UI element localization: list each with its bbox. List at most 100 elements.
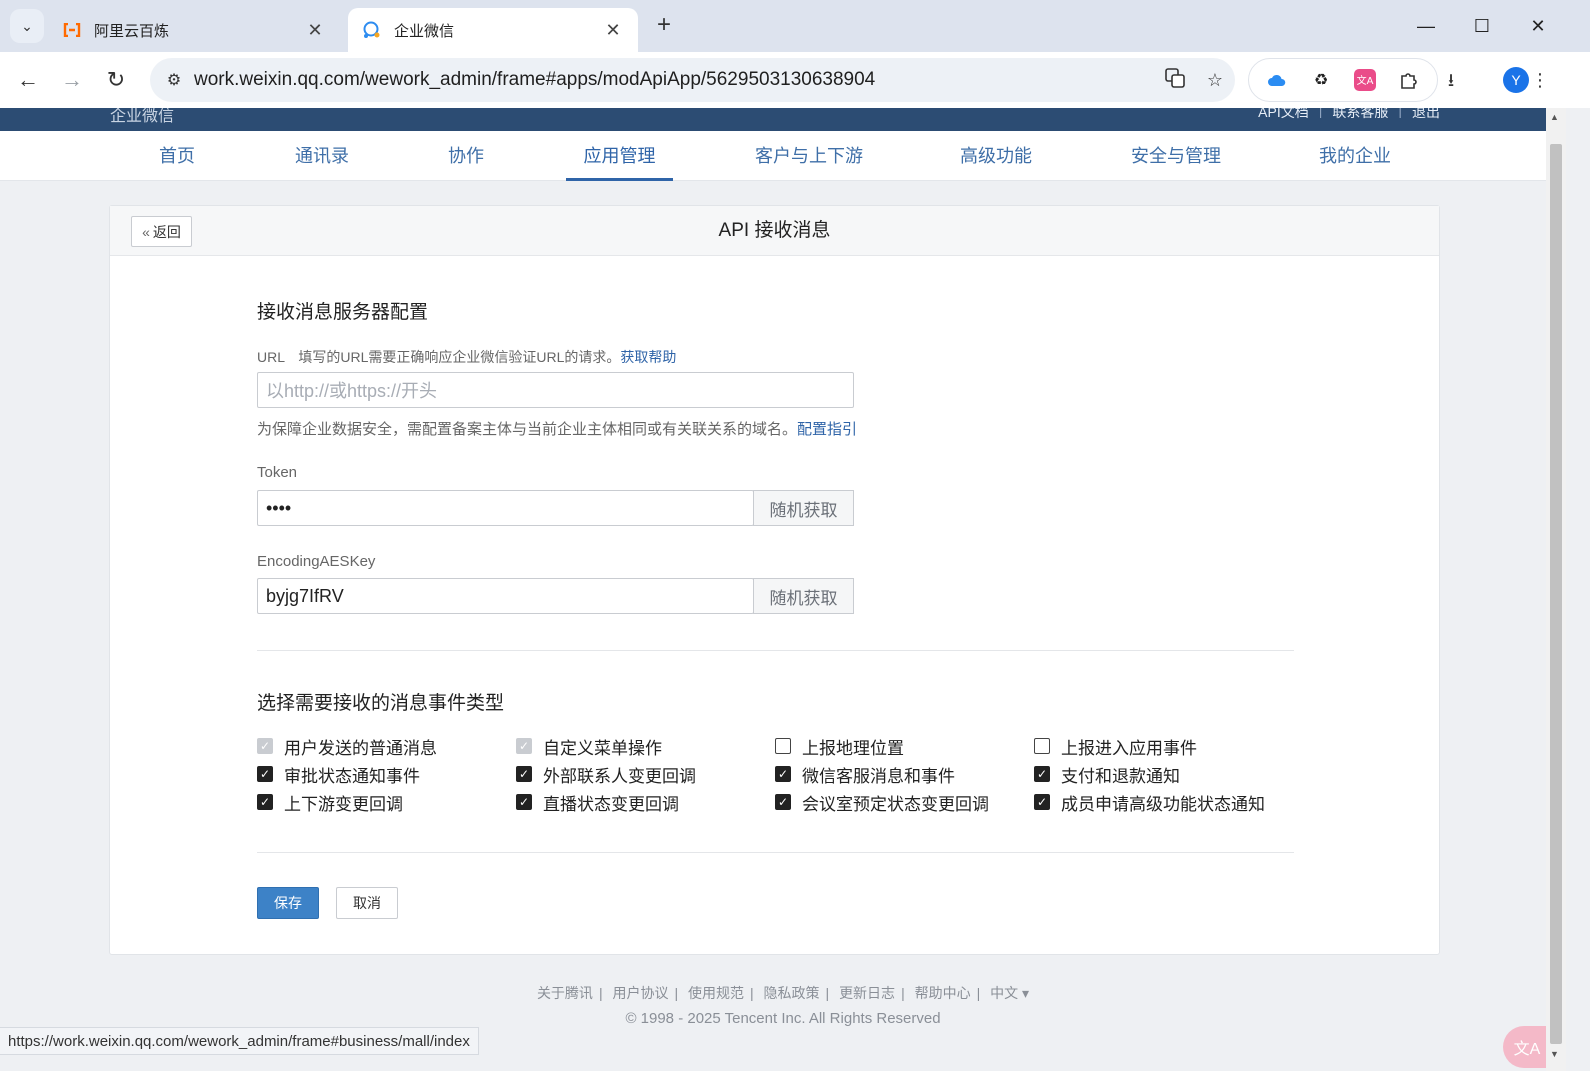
nav-home[interactable]: 首页 bbox=[159, 131, 195, 181]
footer-link-help[interactable]: 帮助中心 bbox=[915, 985, 971, 1001]
back-button[interactable]: « 返回 bbox=[131, 216, 192, 247]
event-checkbox-item[interactable]: ✓ 外部联系人变更回调 bbox=[516, 762, 696, 786]
site-info-icon[interactable]: ⚙ bbox=[154, 70, 194, 90]
event-checkbox-item[interactable]: 上报进入应用事件 bbox=[1034, 734, 1197, 758]
checkbox-checked[interactable]: ✓ bbox=[257, 794, 273, 810]
event-checkbox-item[interactable]: ✓ 直播状态变更回调 bbox=[516, 790, 679, 814]
main-nav: 首页 通讯录 协作 应用管理 客户与上下游 高级功能 安全与管理 我的企业 bbox=[0, 131, 1566, 181]
url-label: URL bbox=[257, 349, 285, 365]
url-hint: 为保障企业数据安全，需配置备案主体与当前企业主体相同或有关联关系的域名。配置指引 bbox=[257, 418, 857, 439]
divider bbox=[257, 852, 1294, 853]
event-checkbox-item[interactable]: ✓ 成员申请高级功能状态通知 bbox=[1034, 790, 1265, 814]
event-checkbox-item[interactable]: 上报地理位置 bbox=[775, 734, 904, 758]
recycle-icon[interactable]: ♻ bbox=[1306, 65, 1336, 95]
back-arrow-icon[interactable]: ← bbox=[12, 64, 44, 96]
event-checkbox-item[interactable]: ✓ 支付和退款通知 bbox=[1034, 762, 1180, 786]
event-label: 会议室预定状态变更回调 bbox=[802, 794, 989, 814]
checkbox-checked[interactable]: ✓ bbox=[775, 794, 791, 810]
wework-icon bbox=[362, 20, 382, 40]
address-url[interactable]: work.weixin.qq.com/wework_admin/frame#ap… bbox=[194, 69, 1155, 91]
nav-security[interactable]: 安全与管理 bbox=[1131, 131, 1221, 181]
footer-link-about[interactable]: 关于腾讯 bbox=[537, 985, 593, 1001]
page: 企业微信 API文档 | 联系客服 | 退出 首页 通讯录 协作 应用管理 客户… bbox=[0, 108, 1566, 1071]
puzzle-extensions-icon[interactable] bbox=[1394, 65, 1424, 95]
window-close-icon[interactable]: ✕ bbox=[1521, 10, 1555, 42]
browser-tab-aliyun[interactable]: 阿里云百炼 ✕ bbox=[48, 8, 340, 52]
checkbox-checked: ✓ bbox=[257, 738, 273, 754]
tab-title: 阿里云百炼 bbox=[94, 22, 170, 40]
token-input[interactable]: •••• bbox=[257, 490, 754, 526]
save-button[interactable]: 保存 bbox=[257, 887, 319, 919]
footer-link-changelog[interactable]: 更新日志 bbox=[839, 985, 895, 1001]
page-scrollbar[interactable]: ▲ ▼ bbox=[1546, 108, 1566, 1071]
footer-link-usage[interactable]: 使用规范 bbox=[688, 985, 744, 1001]
svg-text:文A: 文A bbox=[1357, 74, 1374, 87]
maximize-icon[interactable]: ☐ bbox=[1465, 10, 1499, 42]
footer-link-terms[interactable]: 用户协议 bbox=[612, 985, 668, 1001]
translate-icon[interactable] bbox=[1155, 67, 1195, 93]
nav-advanced[interactable]: 高级功能 bbox=[960, 131, 1032, 181]
nav-contacts[interactable]: 通讯录 bbox=[295, 131, 349, 181]
immersive-translate-icon[interactable]: 文A bbox=[1350, 65, 1380, 95]
url-label-line: URL 填写的URL需要正确响应企业微信验证URL的请求。获取帮助 bbox=[257, 347, 676, 367]
url-input[interactable]: 以http://或https://开头 bbox=[257, 372, 854, 408]
checkbox-checked[interactable]: ✓ bbox=[1034, 766, 1050, 782]
new-tab-button[interactable]: + bbox=[650, 12, 678, 40]
event-label: 上报地理位置 bbox=[802, 738, 904, 758]
logout-link[interactable]: 退出 bbox=[1412, 108, 1440, 122]
checkbox-checked[interactable]: ✓ bbox=[516, 794, 532, 810]
url-hint-text: 为保障企业数据安全，需配置备案主体与当前企业主体相同或有关联关系的域名。 bbox=[257, 421, 798, 438]
extensions-group: ♻ 文A bbox=[1248, 58, 1438, 102]
checkbox[interactable] bbox=[775, 738, 791, 754]
event-checkbox-item[interactable]: ✓ 会议室预定状态变更回调 bbox=[775, 790, 989, 814]
back-button-label: 返回 bbox=[152, 223, 181, 240]
scroll-down-icon[interactable]: ▼ bbox=[1550, 1049, 1559, 1059]
checkbox-checked[interactable]: ✓ bbox=[257, 766, 273, 782]
floating-translate-button[interactable]: 文A bbox=[1503, 1026, 1551, 1068]
config-guide-link[interactable]: 配置指引 bbox=[797, 421, 857, 438]
nav-app-management[interactable]: 应用管理 bbox=[566, 131, 673, 181]
bookmark-star-icon[interactable]: ☆ bbox=[1195, 70, 1235, 91]
event-checkbox-item[interactable]: ✓ 上下游变更回调 bbox=[257, 790, 403, 814]
minimize-icon[interactable]: — bbox=[1409, 10, 1443, 42]
wework-logo[interactable]: 企业微信 bbox=[110, 108, 174, 126]
api-receive-card: « 返回 API 接收消息 接收消息服务器配置 URL 填写的URL需要正确响应… bbox=[109, 205, 1440, 955]
checkbox-checked[interactable]: ✓ bbox=[775, 766, 791, 782]
chevron-down-icon: ⌄ bbox=[21, 17, 33, 34]
api-docs-link[interactable]: API文档 bbox=[1258, 108, 1309, 122]
nav-customers[interactable]: 客户与上下游 bbox=[755, 131, 863, 181]
close-icon[interactable]: ✕ bbox=[602, 20, 624, 41]
aeskey-input[interactable]: byjg7IfRV bbox=[257, 578, 754, 614]
checkbox-checked[interactable]: ✓ bbox=[1034, 794, 1050, 810]
checkbox-checked: ✓ bbox=[516, 738, 532, 754]
close-icon[interactable]: ✕ bbox=[304, 20, 326, 41]
event-checkbox-item: ✓ 用户发送的普通消息 bbox=[257, 734, 437, 758]
aeskey-random-button[interactable]: 随机获取 bbox=[753, 578, 854, 614]
address-bar[interactable]: ⚙ work.weixin.qq.com/wework_admin/frame#… bbox=[150, 58, 1235, 102]
event-checkbox-item[interactable]: ✓ 审批状态通知事件 bbox=[257, 762, 420, 786]
nav-my-enterprise[interactable]: 我的企业 bbox=[1319, 131, 1391, 181]
scroll-thumb[interactable] bbox=[1550, 144, 1562, 1044]
browser-tab-wework[interactable]: 企业微信 ✕ bbox=[348, 8, 638, 52]
get-help-link[interactable]: 获取帮助 bbox=[620, 349, 676, 365]
event-types-title: 选择需要接收的消息事件类型 bbox=[257, 693, 505, 714]
more-menu-icon[interactable]: ⋮ bbox=[1524, 64, 1556, 96]
footer-links: 关于腾讯 | 用户协议 | 使用规范 | 隐私政策 | 更新日志 | 帮助中心 | 中文 ▾ bbox=[536, 985, 1030, 1001]
tab-search-button[interactable]: ⌄ bbox=[10, 9, 44, 43]
cloud-icon[interactable] bbox=[1262, 65, 1292, 95]
checkbox-checked[interactable]: ✓ bbox=[516, 766, 532, 782]
scroll-up-icon[interactable]: ▲ bbox=[1550, 112, 1559, 122]
forward-arrow-icon[interactable]: → bbox=[56, 64, 88, 96]
contact-support-link[interactable]: 联系客服 bbox=[1332, 108, 1388, 122]
nav-collaboration[interactable]: 协作 bbox=[448, 131, 484, 181]
download-icon[interactable]: ⭳ bbox=[1435, 64, 1467, 96]
footer-link-privacy[interactable]: 隐私政策 bbox=[764, 985, 820, 1001]
token-random-button[interactable]: 随机获取 bbox=[753, 490, 854, 526]
event-checkbox-item[interactable]: ✓ 微信客服消息和事件 bbox=[775, 762, 955, 786]
reload-icon[interactable]: ↻ bbox=[100, 64, 132, 96]
cancel-button[interactable]: 取消 bbox=[336, 887, 398, 919]
server-config-title: 接收消息服务器配置 bbox=[257, 302, 429, 323]
url-description: 填写的URL需要正确响应企业微信验证URL的请求。 bbox=[298, 349, 621, 365]
language-selector[interactable]: 中文 ▾ bbox=[990, 985, 1029, 1001]
checkbox[interactable] bbox=[1034, 738, 1050, 754]
